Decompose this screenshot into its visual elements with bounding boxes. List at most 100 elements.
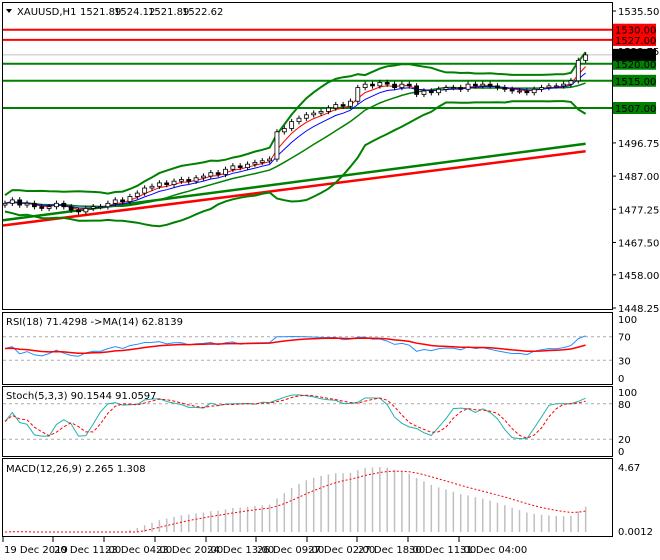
candle-body [325, 107, 331, 112]
candle-body [54, 202, 59, 208]
candle-body [495, 85, 500, 88]
candle-body [156, 182, 162, 187]
candle-body [149, 185, 155, 189]
candle-body [193, 177, 199, 182]
candle-body [384, 82, 390, 85]
candle-body [230, 165, 236, 170]
candle-body [377, 82, 383, 87]
candle-body [186, 179, 192, 182]
main-panel-frame [2, 2, 613, 310]
bollinger-upper [4, 51, 587, 197]
candle-body [208, 172, 214, 177]
candle-body [480, 83, 486, 87]
candle-body [458, 87, 464, 90]
candle-body [421, 90, 427, 95]
rsi-axis-label: 30 [618, 356, 631, 367]
candle-body [428, 90, 434, 94]
price-axis-label: 1535.50 [618, 7, 659, 18]
stoch-axis-label: 0 [618, 447, 624, 458]
candle-body [465, 83, 471, 90]
candle-body [237, 165, 243, 168]
ohlc-close: 1522.62 [182, 7, 223, 18]
candle-body [450, 87, 456, 89]
candle-body [318, 111, 324, 114]
candle-body [178, 179, 184, 182]
candle-body [274, 131, 280, 160]
candle-body [502, 87, 508, 90]
candle-body [281, 128, 287, 133]
candle-body [2, 202, 8, 206]
candle-body [267, 158, 273, 162]
candle-body [575, 59, 581, 82]
price-axis-label: 1496.75 [618, 139, 659, 150]
mt4-chart-window[interactable]: XAUUSD,H1 1521.89 1524.12 1521.89 1522.6… [0, 0, 660, 560]
candle-body [289, 121, 295, 129]
price-axis-label: 1458.00 [618, 271, 659, 282]
ma-slow-line [2, 149, 586, 227]
candle-body [98, 206, 103, 209]
candle-body [553, 85, 559, 88]
rsi-title: RSI(18) 71.4298 ->MA(14) 62.8139 [6, 317, 183, 328]
candle-body [406, 83, 412, 87]
candle-body [24, 202, 30, 206]
candle-body [127, 196, 133, 203]
macd-title: MACD(12,26,9) 2.265 1.308 [6, 464, 146, 475]
candle-body [472, 83, 478, 87]
candle-body [259, 160, 265, 163]
candle-body [517, 90, 522, 93]
candle-body [362, 83, 368, 88]
candle-body [443, 87, 449, 90]
stoch-title: Stoch(5,3,3) 90.1544 91.0597 [6, 391, 157, 402]
candle-body [32, 202, 37, 208]
price-axis-label: 1448.25 [618, 304, 659, 315]
candle-body [539, 87, 544, 90]
candle-body [171, 180, 177, 186]
candle-body [83, 208, 89, 213]
chart-header: XAUUSD,H1 1521.89 1524.12 1521.89 1522.6… [6, 7, 223, 18]
stoch-axis-label: 100 [618, 388, 637, 399]
candle-body [90, 206, 96, 209]
level-label: 1507.00 [615, 104, 656, 115]
candle-body [355, 87, 361, 102]
candle-body [17, 199, 23, 206]
candle-body [215, 172, 221, 175]
price-axis-label: 1467.50 [618, 238, 659, 249]
candle-body [46, 206, 52, 209]
candle-body [142, 187, 148, 194]
candle-body [348, 100, 353, 107]
candle-body [414, 85, 420, 95]
candle-body [531, 88, 537, 94]
candle-body [333, 104, 339, 109]
candle-body [561, 83, 566, 87]
candle-body [487, 83, 493, 87]
rsi-axis-label: 0 [618, 374, 624, 385]
candle-body [61, 202, 67, 208]
chart-canvas[interactable]: XAUUSD,H1 1521.89 1524.12 1521.89 1522.6… [0, 0, 660, 560]
candle-body [76, 209, 81, 213]
candle-body [245, 163, 250, 168]
macd-signal-line [4, 470, 586, 533]
level-label: 1515.00 [615, 77, 656, 88]
candle-body [303, 114, 309, 119]
candle-body [164, 182, 170, 186]
rsi-axis-label: 70 [618, 333, 631, 344]
candle-body [509, 88, 515, 92]
candle-body [436, 88, 442, 94]
candle-body [9, 199, 15, 204]
candle-body [201, 175, 206, 179]
candle-body [311, 112, 317, 116]
candle-body [340, 104, 346, 107]
candle-body [223, 168, 228, 175]
candle-body [252, 162, 258, 165]
rsi-axis-label: 100 [618, 315, 637, 326]
candle-body [546, 85, 552, 88]
candle-body [583, 54, 589, 61]
candle-body [524, 90, 530, 94]
price-axis-label: 1477.25 [618, 205, 659, 216]
price-axis-label: 1487.00 [618, 172, 659, 183]
candle-body [370, 83, 375, 87]
dropdown-triangle-icon[interactable] [6, 9, 12, 13]
candle-body [112, 199, 118, 204]
candle-body [568, 80, 574, 85]
candle-body [39, 206, 45, 209]
